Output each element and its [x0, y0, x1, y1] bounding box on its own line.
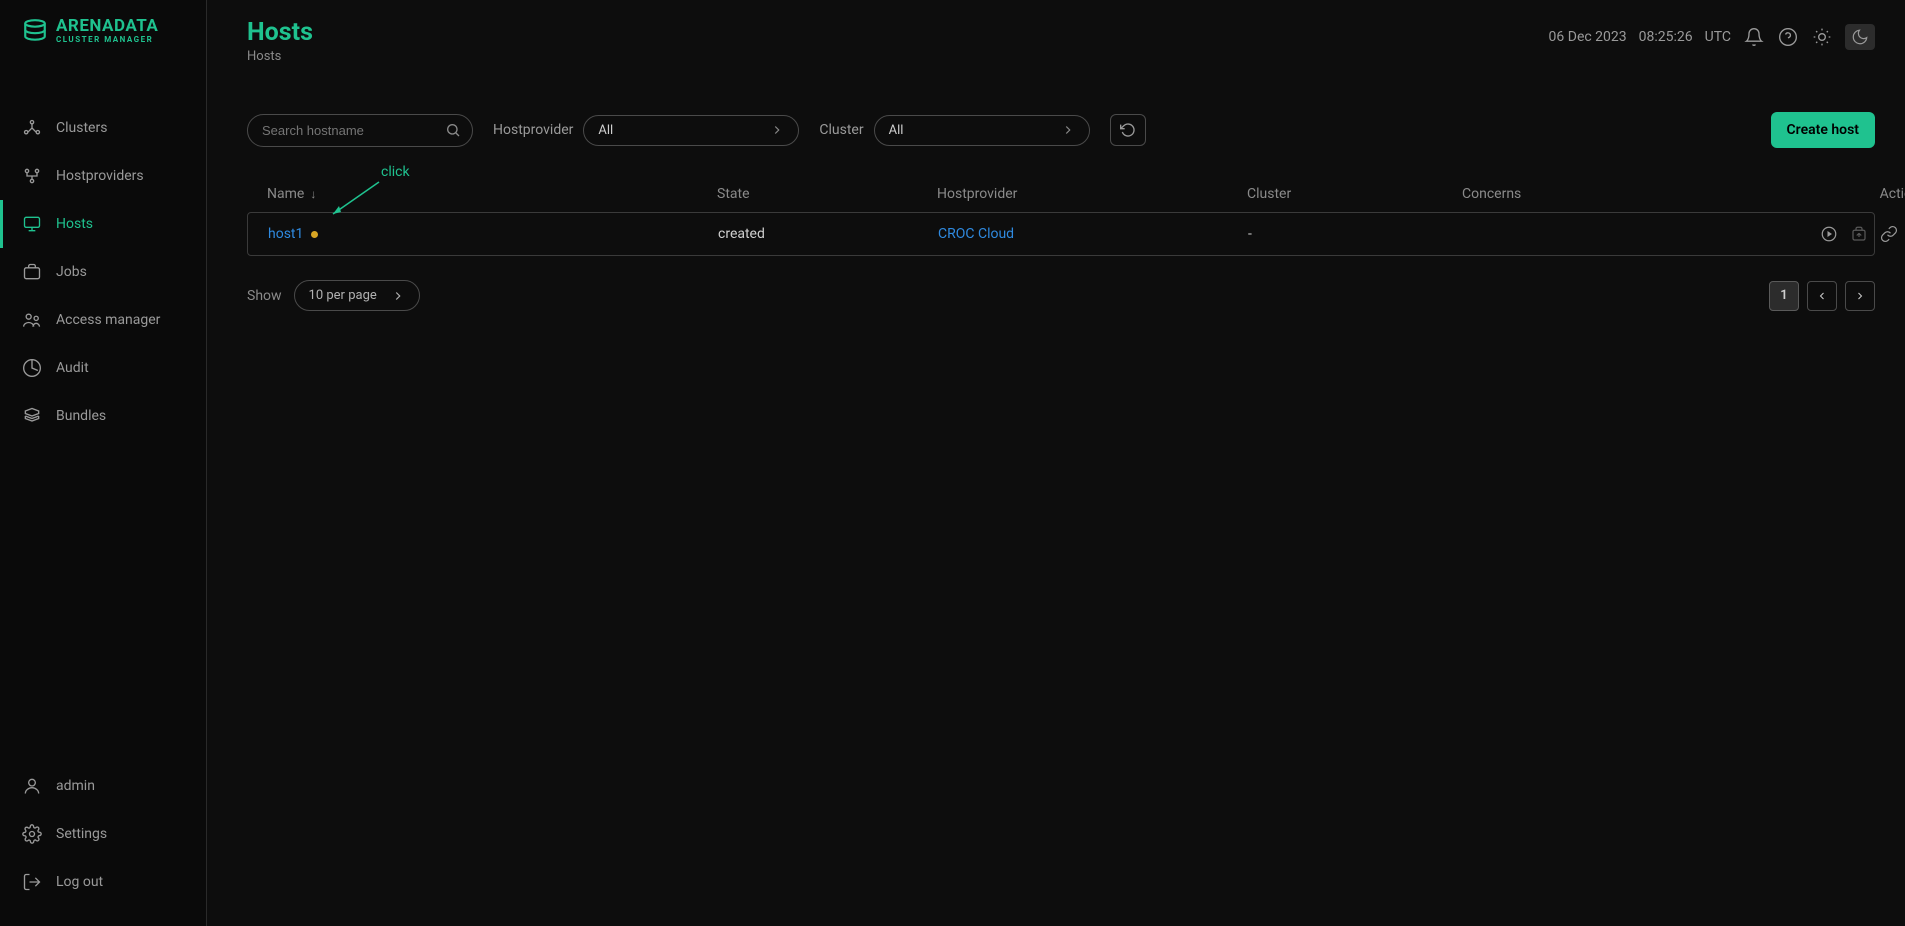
chevron-right-icon — [1061, 123, 1075, 137]
column-state[interactable]: State — [717, 186, 937, 202]
search-icon[interactable] — [445, 122, 461, 138]
main: Hostprovider All Cluster All Create host — [207, 90, 1905, 926]
status-dot-icon — [311, 231, 318, 238]
hostproviders-icon — [22, 166, 42, 186]
per-page-select[interactable]: 10 per page — [294, 280, 420, 311]
sidebar-item-settings[interactable]: Settings — [0, 810, 206, 858]
bell-icon[interactable] — [1743, 26, 1765, 48]
per-page-value: 10 per page — [309, 288, 377, 303]
breadcrumb[interactable]: Hosts — [247, 49, 313, 64]
topbar: Hosts Hosts 06 Dec 2023 08:25:26 UTC — [207, 0, 1905, 80]
refresh-button[interactable] — [1110, 114, 1146, 146]
brand: ARENADATA CLUSTER MANAGER — [0, 0, 206, 52]
table-header: Name ↓ State Hostprovider Cluster Concer… — [247, 176, 1875, 212]
sidebar-item-label: Jobs — [56, 264, 87, 280]
sidebar-item-jobs[interactable]: Jobs — [0, 248, 206, 296]
show-label: Show — [247, 288, 282, 304]
sun-icon[interactable] — [1811, 26, 1833, 48]
sidebar-item-clusters[interactable]: Clusters — [0, 104, 206, 152]
chevron-right-icon — [770, 123, 784, 137]
sort-down-icon: ↓ — [310, 187, 316, 201]
sidebar-item-hostproviders[interactable]: Hostproviders — [0, 152, 206, 200]
create-host-button[interactable]: Create host — [1771, 112, 1875, 148]
logo-icon — [22, 18, 48, 44]
column-hostprovider[interactable]: Hostprovider — [937, 186, 1247, 202]
pagination: 1 — [1769, 281, 1875, 311]
help-icon[interactable] — [1777, 26, 1799, 48]
audit-icon — [22, 358, 42, 378]
sidebar-item-label: Audit — [56, 360, 89, 376]
hosts-table: click Name ↓ State Hostprovider Cluster … — [247, 176, 1875, 256]
sidebar-item-bundles[interactable]: Bundles — [0, 392, 206, 440]
table-footer: Show 10 per page 1 — [247, 280, 1875, 311]
brand-subtitle: CLUSTER MANAGER — [56, 35, 158, 44]
brand-title: ARENADATA — [56, 18, 158, 35]
user-icon — [22, 776, 42, 796]
sidebar-item-label: Hosts — [56, 216, 93, 232]
header-time: 08:25:26 — [1639, 29, 1693, 45]
gear-icon — [22, 824, 42, 844]
sidebar: ARENADATA CLUSTER MANAGER Clusters Hostp… — [0, 0, 207, 926]
sidebar-item-label: Settings — [56, 826, 107, 842]
select-value: All — [889, 123, 904, 138]
cell-state: created — [718, 226, 938, 242]
toolbar: Hostprovider All Cluster All Create host — [247, 112, 1875, 148]
filter-label: Hostprovider — [493, 122, 573, 138]
sidebar-footer: admin Settings Log out — [0, 762, 206, 926]
sidebar-item-audit[interactable]: Audit — [0, 344, 206, 392]
filter-cluster: Cluster All — [819, 115, 1089, 146]
page-current[interactable]: 1 — [1769, 281, 1799, 311]
bundles-icon — [22, 406, 42, 426]
search-input[interactable] — [247, 114, 473, 147]
column-name[interactable]: Name ↓ — [267, 186, 717, 202]
filter-hostprovider: Hostprovider All — [493, 115, 799, 146]
filter-label: Cluster — [819, 122, 863, 138]
access-manager-icon — [22, 310, 42, 330]
sidebar-item-label: Clusters — [56, 120, 107, 136]
upgrade-icon — [1850, 225, 1868, 243]
host-name-link[interactable]: host1 — [268, 226, 303, 242]
sidebar-item-label: admin — [56, 778, 95, 794]
cluster-select[interactable]: All — [874, 115, 1090, 146]
cell-cluster: - — [1248, 226, 1463, 242]
sidebar-item-label: Hostproviders — [56, 168, 144, 184]
column-concerns[interactable]: Concerns — [1462, 186, 1767, 202]
column-actions: Actions — [1767, 186, 1905, 202]
search-box — [247, 114, 473, 147]
hostprovider-link[interactable]: CROC Cloud — [938, 226, 1014, 242]
column-cluster[interactable]: Cluster — [1247, 186, 1462, 202]
sidebar-item-access-manager[interactable]: Access manager — [0, 296, 206, 344]
page-next[interactable] — [1845, 281, 1875, 311]
page-prev[interactable] — [1807, 281, 1837, 311]
chevron-right-icon — [391, 289, 405, 303]
sidebar-item-label: Bundles — [56, 408, 106, 424]
sidebar-item-hosts[interactable]: Hosts — [0, 200, 206, 248]
page-title: Hosts — [247, 18, 313, 47]
moon-icon[interactable] — [1845, 24, 1875, 50]
sidebar-item-user[interactable]: admin — [0, 762, 206, 810]
header-date: 06 Dec 2023 — [1549, 29, 1627, 45]
header-tz: UTC — [1705, 29, 1731, 45]
hosts-icon — [22, 214, 42, 234]
sidebar-item-label: Access manager — [56, 312, 160, 328]
clusters-icon — [22, 118, 42, 138]
select-value: All — [598, 123, 613, 138]
hostprovider-select[interactable]: All — [583, 115, 799, 146]
jobs-icon — [22, 262, 42, 282]
nav: Clusters Hostproviders Hosts Jobs Access… — [0, 104, 206, 440]
column-label: Name — [267, 186, 304, 202]
sidebar-item-logout[interactable]: Log out — [0, 858, 206, 906]
sidebar-item-label: Log out — [56, 874, 103, 890]
table-row: host1 created CROC Cloud - — [247, 212, 1875, 256]
link-cluster-icon[interactable] — [1880, 225, 1898, 243]
logout-icon — [22, 872, 42, 892]
run-action-icon[interactable] — [1820, 225, 1838, 243]
